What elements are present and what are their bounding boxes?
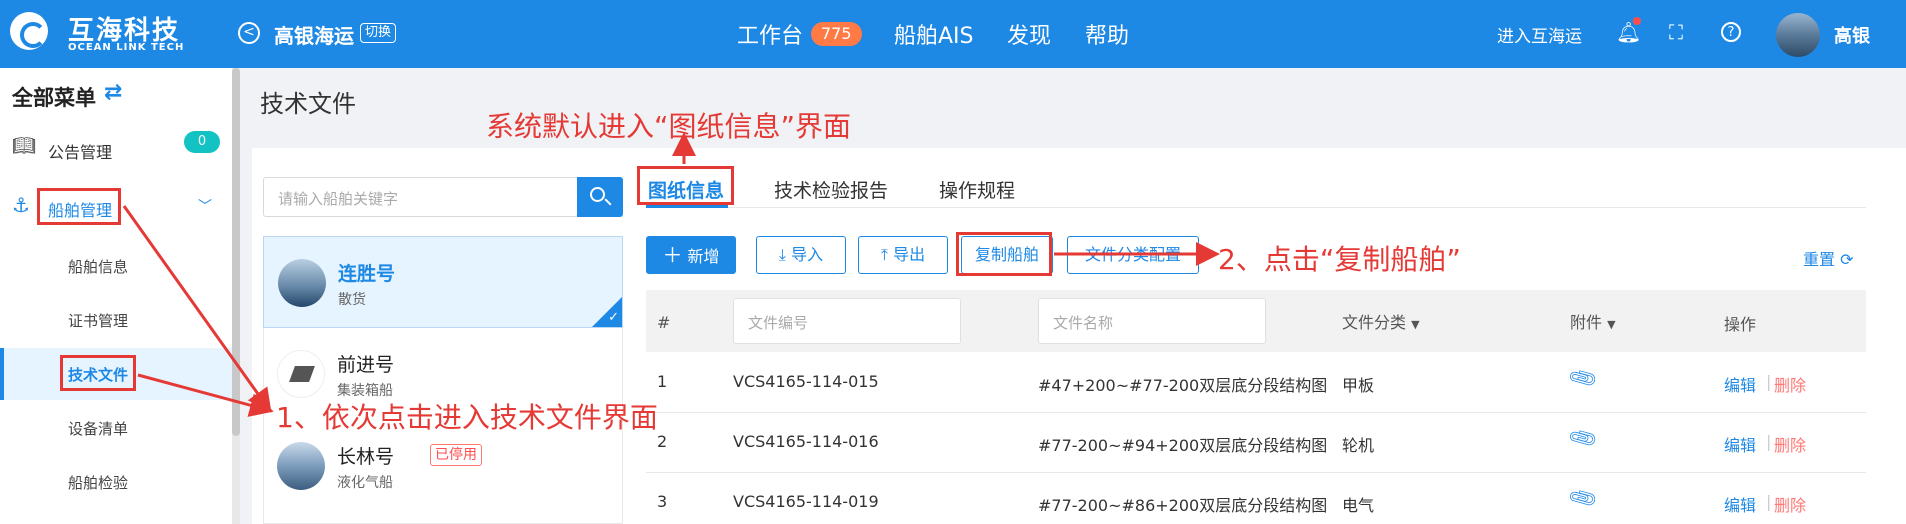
annotation-arrows: [122, 132, 1220, 417]
